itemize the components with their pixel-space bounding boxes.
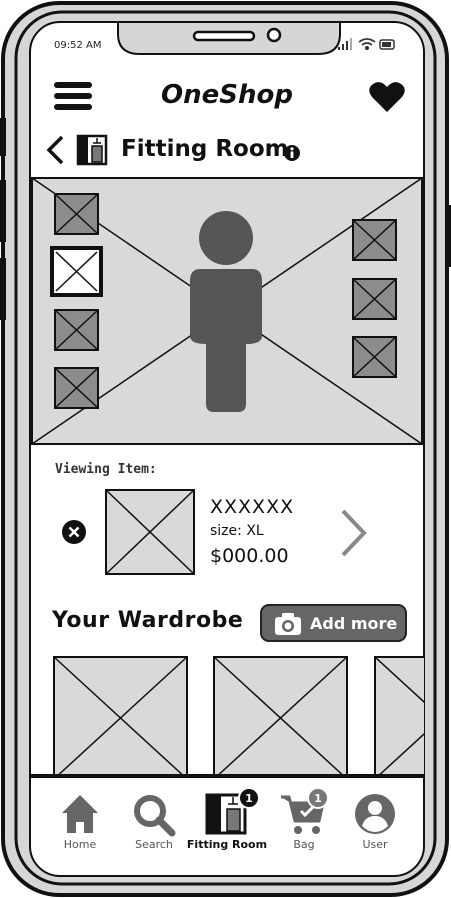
bag-badge: 1 <box>307 787 329 809</box>
camera-icon <box>275 613 301 635</box>
wardrobe-item-1[interactable] <box>53 656 188 778</box>
wardrobe-item-2[interactable] <box>213 656 348 778</box>
status-icons <box>338 38 395 51</box>
remove-item-close-icon[interactable] <box>61 519 87 545</box>
outfit-thumb-left-3[interactable] <box>54 309 99 351</box>
tab-user-label[interactable]: User <box>330 838 420 851</box>
wardrobe-item-3[interactable] <box>374 656 424 778</box>
add-more-button[interactable]: Add more <box>260 604 407 642</box>
outfit-thumb-right-1[interactable] <box>352 219 397 261</box>
battery-icon <box>379 39 395 50</box>
item-name: XXXXXX <box>210 496 295 518</box>
tabbar-divider <box>30 774 424 778</box>
status-time: 09:52 AM <box>54 40 102 51</box>
viewing-item-image <box>105 489 195 575</box>
add-more-label: Add more <box>310 613 398 633</box>
signal-icon <box>338 38 352 50</box>
outfit-thumb-left-4[interactable] <box>54 367 99 409</box>
fitting-preview <box>31 177 423 445</box>
info-icon[interactable] <box>283 144 301 162</box>
search-icon[interactable] <box>132 793 176 837</box>
outfit-thumb-right-3[interactable] <box>352 336 397 378</box>
app-title: OneShop <box>161 80 293 110</box>
outfit-thumb-right-2[interactable] <box>352 278 397 320</box>
fitting-room-badge: 1 <box>238 787 260 809</box>
outfit-thumb-left-1[interactable] <box>54 193 99 235</box>
wardrobe-title: Your Wardrobe <box>52 608 244 633</box>
favorites-heart-icon[interactable] <box>368 80 406 114</box>
user-icon[interactable] <box>353 793 397 837</box>
fitting-room-icon <box>76 134 108 166</box>
home-icon[interactable] <box>60 793 100 835</box>
viewing-item-label: Viewing Item: <box>55 462 157 477</box>
item-size: size: XL <box>210 523 264 539</box>
app-screen: 09:52 AM OneShop Fitting Room Viewing It… <box>30 22 424 876</box>
next-item-chevron-icon[interactable] <box>338 508 370 558</box>
item-price: $000.00 <box>210 545 289 567</box>
outfit-thumb-left-2-selected[interactable] <box>50 246 103 297</box>
wifi-icon <box>358 38 376 51</box>
wardrobe-list <box>53 656 424 778</box>
back-chevron-icon[interactable] <box>44 134 66 166</box>
page-title: Fitting Room <box>121 136 289 162</box>
